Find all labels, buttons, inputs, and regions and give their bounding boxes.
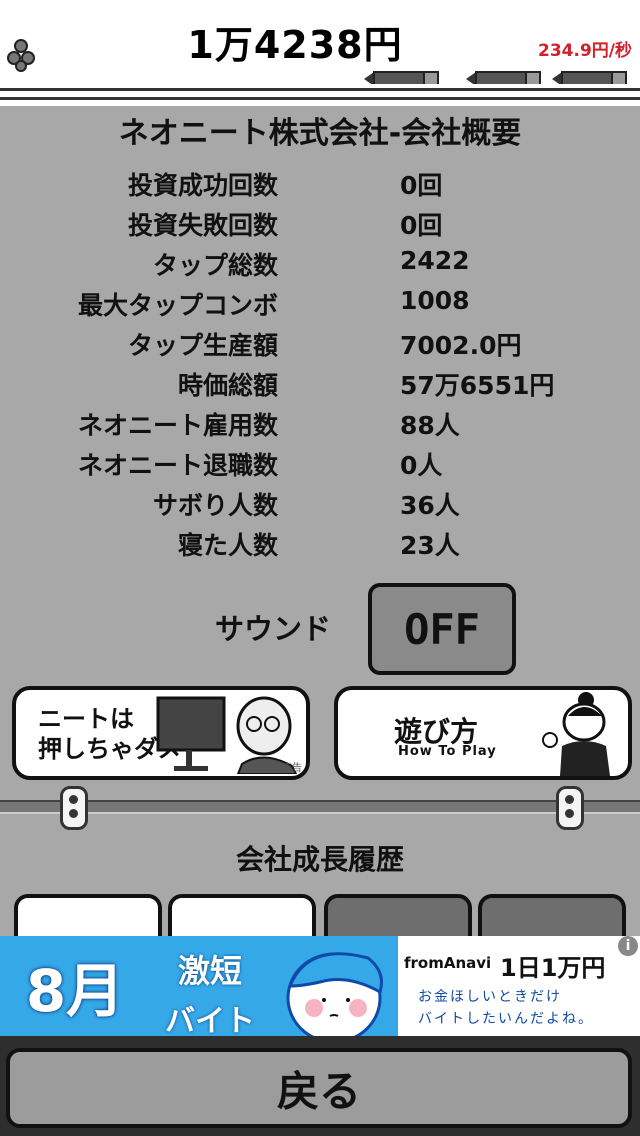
stat-row: タップ総数 2422 — [0, 246, 640, 286]
stat-label: 投資失敗回数 — [127, 211, 278, 240]
stat-row: ネオニート退職数 0人 — [0, 446, 640, 486]
neet-dont-push-banner[interactable]: ニートは 押しちゃダメ 広告 — [12, 686, 310, 780]
money-total: 1万4238円 — [187, 23, 403, 67]
ad-short-job: 激短 バイト — [150, 936, 270, 1036]
stat-value: 88人 — [400, 411, 460, 440]
stat-row: タップ生産額 7002.0円 — [0, 326, 640, 366]
stat-value: 57万6551円 — [400, 371, 555, 400]
guide-woman-icon — [542, 692, 610, 776]
stat-row: 投資成功回数 0回 — [0, 166, 640, 206]
income-rate: 234.9円/秒 — [538, 41, 632, 61]
ad-banner[interactable]: 8月 激短 バイト fromAnavi 1日1万円 お金ほしいときだけ バイトし… — [0, 936, 640, 1036]
stat-value: 0回 — [400, 171, 443, 200]
ad-amount: 1日1万円 — [500, 954, 606, 982]
ad-tagline-1: お金ほしいときだけ — [418, 989, 562, 1005]
stat-row: 投資失敗回数 0回 — [0, 206, 640, 246]
slider-handle-left[interactable] — [60, 786, 88, 830]
stat-row: 時価総額 57万6551円 — [0, 366, 640, 406]
ad-character — [268, 936, 398, 1036]
stat-label: タップ総数 — [152, 251, 278, 280]
slider-track[interactable] — [0, 800, 640, 814]
stat-row: 寝た人数 23人 — [0, 526, 640, 566]
ad-small-label: 広告 — [282, 763, 302, 774]
stat-label: サボり人数 — [152, 491, 278, 520]
footer: 戻る — [0, 1036, 640, 1136]
how-to-play-banner[interactable]: 遊び方 How To Play — [334, 686, 632, 780]
ad-short-line1: 激短 — [177, 952, 242, 990]
sound-label: サウンド — [215, 612, 332, 646]
stat-value: 23人 — [400, 531, 460, 560]
stat-row: 最大タップコンボ 1008 — [0, 286, 640, 326]
stat-label: 最大タップコンボ — [77, 291, 278, 320]
stat-value: 2422 — [400, 246, 470, 275]
ad-tagline-2: バイトしたいんだよね。 — [418, 1011, 594, 1027]
page-title: ネオニート株式会社-会社概要 — [118, 116, 522, 151]
ad-face-icon — [286, 952, 383, 1036]
stats-list: 投資成功回数 0回 投資失敗回数 0回 タップ総数 2422 最大タップコンボ … — [0, 166, 640, 566]
ad-month: 8月 — [0, 936, 150, 1036]
ad-brand: fromAnavi — [404, 954, 492, 972]
ad-short-line2: バイト — [165, 1004, 255, 1036]
stat-label: ネオニート退職数 — [77, 451, 278, 480]
sound-toggle-button[interactable]: OFF — [368, 583, 516, 675]
stat-row: ネオニート雇用数 88人 — [0, 406, 640, 446]
stat-label: 時価総額 — [177, 371, 278, 400]
stat-label: 投資成功回数 — [127, 171, 278, 200]
stat-label: 寝た人数 — [177, 531, 278, 560]
stat-row: サボり人数 36人 — [0, 486, 640, 526]
history-title: 会社成長履歴 — [235, 843, 404, 876]
stat-value: 7002.0円 — [400, 331, 522, 360]
stat-value: 0回 — [400, 211, 443, 240]
ad-info-icon[interactable]: i — [618, 936, 638, 956]
header-rail — [0, 84, 640, 106]
stat-value: 36人 — [400, 491, 460, 520]
header: 1万4238円 234.9円/秒 — [0, 0, 640, 87]
stat-value: 1008 — [400, 286, 470, 315]
how-to-play-subtitle: How To Play — [398, 744, 497, 759]
stat-label: ネオニート雇用数 — [77, 411, 278, 440]
back-button[interactable]: 戻る — [6, 1048, 632, 1128]
slider-handle-right[interactable] — [556, 786, 584, 830]
stat-label: タップ生産額 — [127, 331, 278, 360]
stat-value: 0人 — [400, 451, 443, 480]
